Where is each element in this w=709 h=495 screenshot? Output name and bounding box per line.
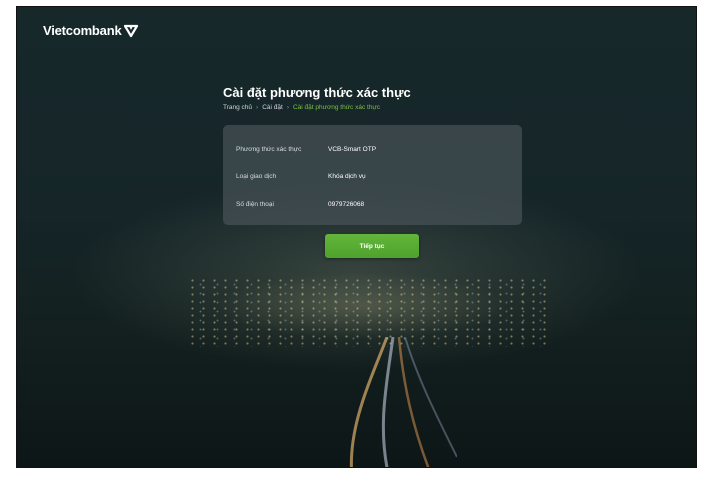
detail-value: Khóa dịch vụ: [328, 173, 366, 180]
breadcrumb-home[interactable]: Trang chủ: [223, 104, 252, 111]
detail-value: 0979726068: [328, 201, 365, 208]
vietcombank-logo-icon: [124, 24, 139, 38]
detail-label: Số điện thoại: [236, 201, 274, 208]
detail-value: VCB-Smart OTP: [328, 146, 377, 153]
detail-label: Loại giao dịch: [236, 173, 277, 180]
highway-image: [317, 337, 457, 467]
breadcrumb-current: Cài đặt phương thức xác thực: [292, 104, 381, 111]
continue-button[interactable]: Tiếp tục: [325, 234, 419, 258]
breadcrumb-separator-icon: ›: [286, 104, 289, 111]
breadcrumb-separator-icon: ›: [256, 104, 259, 111]
page-title: Cài đặt phương thức xác thực: [223, 85, 411, 100]
app-window: Vietcombank Cài đặt phương thức xác thực…: [16, 6, 697, 468]
detail-label: Phương thức xác thực: [236, 146, 302, 153]
auth-details-card: Phương thức xác thực VCB-Smart OTP Loại …: [223, 125, 522, 225]
breadcrumb: Trang chủ › Cài đặt › Cài đặt phương thứ…: [223, 104, 380, 111]
brand-logo[interactable]: Vietcombank: [43, 23, 139, 38]
brand-name: Vietcombank: [43, 23, 122, 38]
breadcrumb-settings[interactable]: Cài đặt: [262, 104, 283, 111]
